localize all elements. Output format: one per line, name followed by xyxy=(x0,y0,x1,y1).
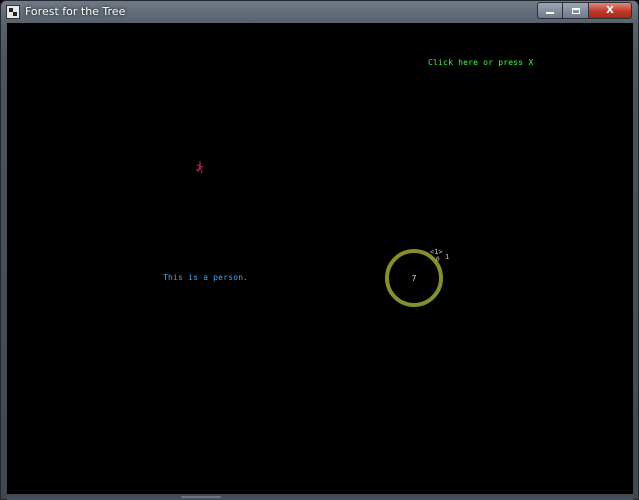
marker-count: 1 xyxy=(445,253,450,261)
person-caption: This is a person. xyxy=(163,273,249,282)
maximize-icon xyxy=(571,7,580,14)
close-button[interactable]: X xyxy=(589,2,632,19)
close-icon: X xyxy=(606,5,614,16)
minimize-button[interactable] xyxy=(537,2,563,19)
title-bar[interactable]: Forest for the Tree X xyxy=(1,1,638,23)
window-title: Forest for the Tree xyxy=(25,5,126,18)
minimize-icon xyxy=(546,12,554,14)
app-window: Forest for the Tree X Click here or pres… xyxy=(0,0,639,500)
ring-value: 7 xyxy=(411,273,417,283)
window-bottom-border xyxy=(7,494,633,500)
tree-ring[interactable]: 7 xyxy=(385,249,443,307)
person-glyph-icon[interactable] xyxy=(192,160,208,176)
marker-label: <1> xyxy=(430,248,443,256)
window-controls: X xyxy=(537,2,632,19)
marker-sub-label: 0 xyxy=(436,256,440,263)
hint-link[interactable]: Click here or press X xyxy=(428,58,533,67)
resize-grip[interactable] xyxy=(181,496,221,498)
game-viewport[interactable]: Click here or press X This is a person. … xyxy=(7,23,633,494)
maximize-button[interactable] xyxy=(563,2,589,19)
app-icon[interactable] xyxy=(6,5,20,19)
